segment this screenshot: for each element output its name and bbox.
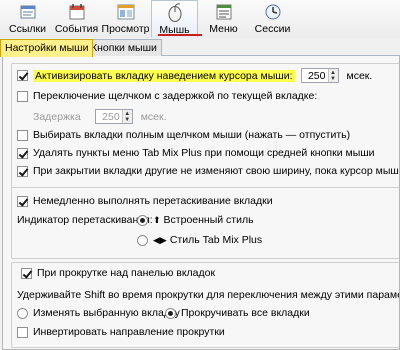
hover-delay-stepper[interactable]: 250 ▲ ▼ (300, 68, 339, 83)
tab-mouse-settings[interactable]: Настройки мыши (0, 39, 94, 57)
toolbar-mouse-button[interactable]: Мышь (151, 0, 198, 37)
scroll-change-row: Изменять выбранную вкладку (17, 307, 180, 319)
click-delay-row: Переключение щелчком с задержкой по теку… (17, 90, 317, 102)
delay-stepper[interactable]: 250 ▲ ▼ (94, 109, 133, 124)
indicator-builtin-row: ⬆ Встроенный стиль (137, 214, 254, 226)
shift-hint-row: Удерживайте Shift во время прокрутки для… (17, 289, 400, 301)
indicator-builtin-label: Встроенный стиль (163, 214, 254, 226)
close-width-row: При закрытии вкладки другие не изменяют … (17, 165, 399, 177)
middle-click-label: Удалять пункты меню Tab Mix Plus при пом… (33, 147, 375, 159)
close-width-label: При закрытии вкладки другие не изменяют … (33, 165, 399, 177)
full-click-label: Выбирать вкладки полным щелчком мыши (на… (33, 129, 351, 141)
tab-mouse-settings-label: Настройки мыши (5, 42, 89, 54)
hover-activate-label: Активизировать вкладку наведением курсор… (33, 69, 295, 82)
delay-label: Задержка (33, 110, 81, 123)
scroll-label: При прокрутке над панелью вкладок (37, 267, 216, 279)
shift-hint-text: Удерживайте Shift во время прокрутки для… (17, 289, 400, 301)
invert-label: Инвертировать направление прокрутки (33, 326, 225, 338)
drag-separator (11, 187, 399, 188)
hover-activate-checkbox[interactable] (17, 70, 28, 81)
toolbar-menu-label: Меню (209, 23, 238, 35)
toolbar: Ссылки События Просмотр Мышь Меню Сессии (0, 0, 400, 38)
tab-mouse-buttons[interactable]: Кнопки мыши (86, 39, 162, 56)
scroll-all-label: Прокручивать все вкладки (181, 307, 310, 319)
links-icon (20, 5, 35, 19)
scroll-change-radio[interactable] (17, 307, 28, 319)
drag-indicator-label: Индикатор перетаскивания: (17, 214, 153, 226)
toolbar-events-label: События (54, 23, 99, 35)
toolbar-links-label: Ссылки (9, 23, 46, 35)
scroll-checkbox[interactable] (21, 267, 32, 279)
toolbar-view-label: Просмотр (101, 23, 150, 35)
scroll-change-label: Изменять выбранную вкладку (33, 307, 180, 319)
drag-now-row: Немедленно выполнять перетаскивание вкла… (17, 195, 273, 207)
mouse-icon (168, 3, 181, 22)
toolbar-view-button[interactable]: Просмотр (102, 0, 149, 36)
delay-unit: мсек. (140, 110, 167, 123)
sessions-icon (265, 4, 280, 20)
toolbar-sessions-label: Сессии (254, 23, 291, 35)
up-arrow-icon: ⬆ (153, 214, 161, 225)
hover-delay-unit: мсек. (346, 69, 373, 82)
left-right-arrows-icon: ◀▶ (153, 234, 167, 245)
toolbar-events-button[interactable]: События (53, 0, 100, 36)
delay-stepper-arrows-icon[interactable]: ▲ ▼ (121, 110, 132, 123)
view-icon (117, 4, 134, 20)
toolbar-menu-button[interactable]: Меню (200, 0, 247, 36)
tab-mouse-buttons-label: Кнопки мыши (91, 42, 157, 54)
scroll-all-row: Прокручивать все вкладки (165, 307, 310, 319)
close-width-checkbox[interactable] (17, 165, 28, 177)
toolbar-sessions-button[interactable]: Сессии (249, 0, 296, 36)
subtab-bar: Настройки мыши Кнопки мыши (0, 38, 400, 57)
delay-row: Задержка 250 ▲ ▼ мсек. (33, 109, 167, 124)
scroll-row: При прокрутке над панелью вкладок (21, 267, 220, 279)
full-click-row: Выбирать вкладки полным щелчком мыши (на… (17, 129, 350, 141)
events-icon (69, 4, 84, 20)
middle-click-row: Удалять пункты меню Tab Mix Plus при пом… (17, 147, 375, 159)
indicator-tmp-radio[interactable] (137, 234, 148, 246)
indicator-tmp-label: Стиль Tab Mix Plus (169, 234, 263, 246)
menu-icon (216, 4, 231, 20)
full-click-checkbox[interactable] (17, 129, 28, 141)
click-delay-checkbox[interactable] (17, 90, 28, 102)
stepper-arrows-icon[interactable]: ▲ ▼ (327, 69, 338, 82)
hover-activate-row: Активизировать вкладку наведением курсор… (17, 68, 372, 83)
toolbar-links-button[interactable]: Ссылки (4, 0, 51, 36)
hover-delay-value[interactable]: 250 (302, 70, 328, 82)
active-tab-underline (158, 34, 202, 36)
invert-checkbox[interactable] (17, 326, 28, 338)
drag-now-checkbox[interactable] (17, 195, 28, 207)
drag-indicator-row: Индикатор перетаскивания: (17, 214, 153, 226)
middle-click-checkbox[interactable] (17, 147, 28, 159)
invert-row: Инвертировать направление прокрутки (17, 326, 225, 338)
indicator-builtin-radio[interactable] (137, 214, 148, 226)
indicator-tmp-row: ◀▶ Стиль Tab Mix Plus (137, 234, 262, 246)
drag-now-label: Немедленно выполнять перетаскивание вкла… (33, 195, 273, 207)
click-delay-label: Переключение щелчком с задержкой по теку… (33, 90, 318, 102)
settings-panel: Активизировать вкладку наведением курсор… (2, 56, 400, 350)
scroll-all-radio[interactable] (165, 307, 176, 319)
delay-value[interactable]: 250 (96, 111, 122, 123)
